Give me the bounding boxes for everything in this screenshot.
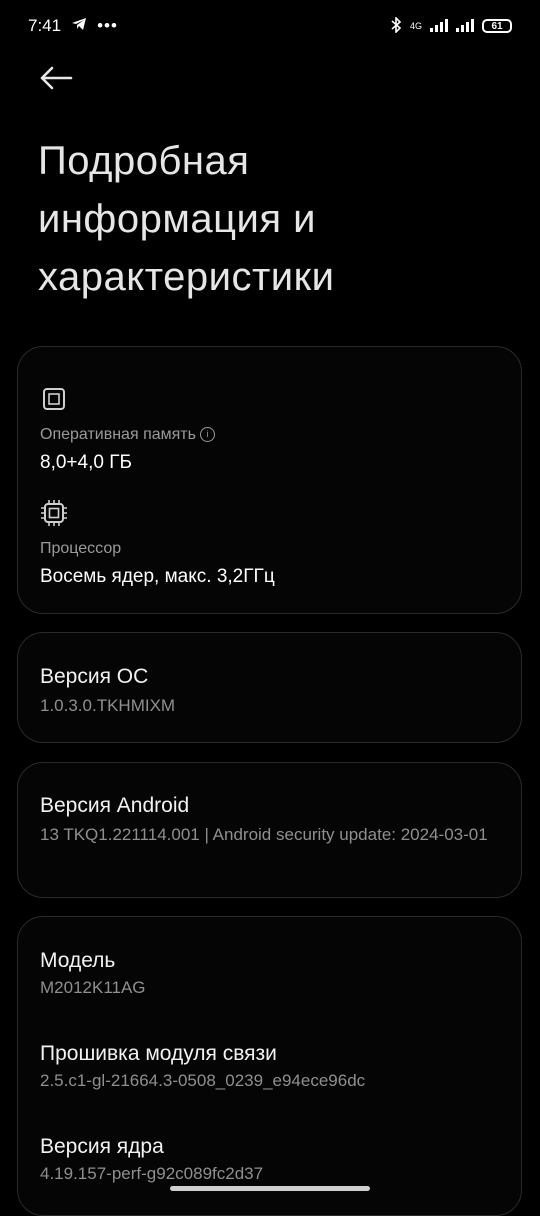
signal-2-icon bbox=[456, 18, 474, 35]
device-details-card: Модель M2012K11AG Прошивка модуля связи … bbox=[17, 916, 522, 1216]
arrow-left-icon bbox=[39, 66, 73, 95]
telegram-icon bbox=[71, 16, 87, 36]
kernel-row[interactable]: Версия ядра 4.19.157-perf-g92c089fc2d37 bbox=[40, 1135, 263, 1187]
status-left: 7:41 ••• bbox=[28, 16, 118, 36]
hardware-card: Оперативная память i 8,0+4,0 ГБ Процессор… bbox=[17, 346, 522, 614]
ram-value: 8,0+4,0 ГБ bbox=[40, 452, 132, 473]
os-version-card[interactable]: Версия ОС 1.0.3.0.TKHMIXM bbox=[17, 632, 522, 743]
baseband-row[interactable]: Прошивка модуля связи 2.5.c1-gl-21664.3-… bbox=[40, 1042, 365, 1094]
back-button[interactable] bbox=[34, 60, 78, 100]
battery-level: 61 bbox=[491, 20, 503, 32]
ram-label: Оперативная память bbox=[40, 426, 196, 443]
model-row[interactable]: Модель M2012K11AG bbox=[40, 949, 146, 1001]
ram-label-row: Оперативная память i bbox=[40, 426, 215, 444]
ram-section[interactable]: Оперативная память i 8,0+4,0 ГБ bbox=[40, 385, 215, 474]
baseband-label: Прошивка модуля связи bbox=[40, 1042, 277, 1065]
model-label: Модель bbox=[40, 949, 116, 972]
status-time: 7:41 bbox=[28, 16, 62, 35]
home-indicator[interactable] bbox=[170, 1186, 370, 1191]
info-icon[interactable]: i bbox=[199, 426, 215, 442]
status-right: 4G 61 bbox=[390, 15, 512, 36]
network-type: 4G bbox=[409, 21, 422, 31]
baseband-value: 2.5.c1-gl-21664.3-0508_0239_e94ece96dc bbox=[40, 1071, 366, 1090]
more-notifications-icon: ••• bbox=[97, 16, 118, 35]
cpu-section[interactable]: Процессор Восемь ядер, макс. 3,2ГГц bbox=[40, 499, 275, 588]
status-bar: 7:41 ••• 4G 61 bbox=[0, 0, 540, 52]
cpu-label: Процессор bbox=[40, 540, 122, 557]
chip-icon bbox=[40, 500, 68, 531]
android-version-card[interactable]: Версия Android 13 TKQ1.221114.001 | Andr… bbox=[17, 762, 522, 898]
kernel-label: Версия ядра bbox=[40, 1135, 164, 1158]
os-version-label: Версия ОС bbox=[40, 665, 149, 688]
battery-icon: 61 bbox=[482, 19, 512, 33]
kernel-value: 4.19.157-perf-g92c089fc2d37 bbox=[40, 1164, 264, 1183]
os-version-value: 1.0.3.0.TKHMIXM bbox=[40, 696, 176, 715]
signal-1-icon bbox=[430, 18, 448, 35]
bluetooth-icon bbox=[390, 15, 402, 36]
page-title: Подробная информация и характеристики bbox=[38, 139, 335, 299]
android-version-label: Версия Android bbox=[40, 794, 190, 817]
model-value: M2012K11AG bbox=[40, 978, 146, 997]
cpu-value: Восемь ядер, макс. 3,2ГГц bbox=[40, 566, 275, 587]
android-version-value: 13 TKQ1.221114.001 | Android security up… bbox=[40, 825, 488, 844]
chip-icon bbox=[40, 388, 68, 417]
